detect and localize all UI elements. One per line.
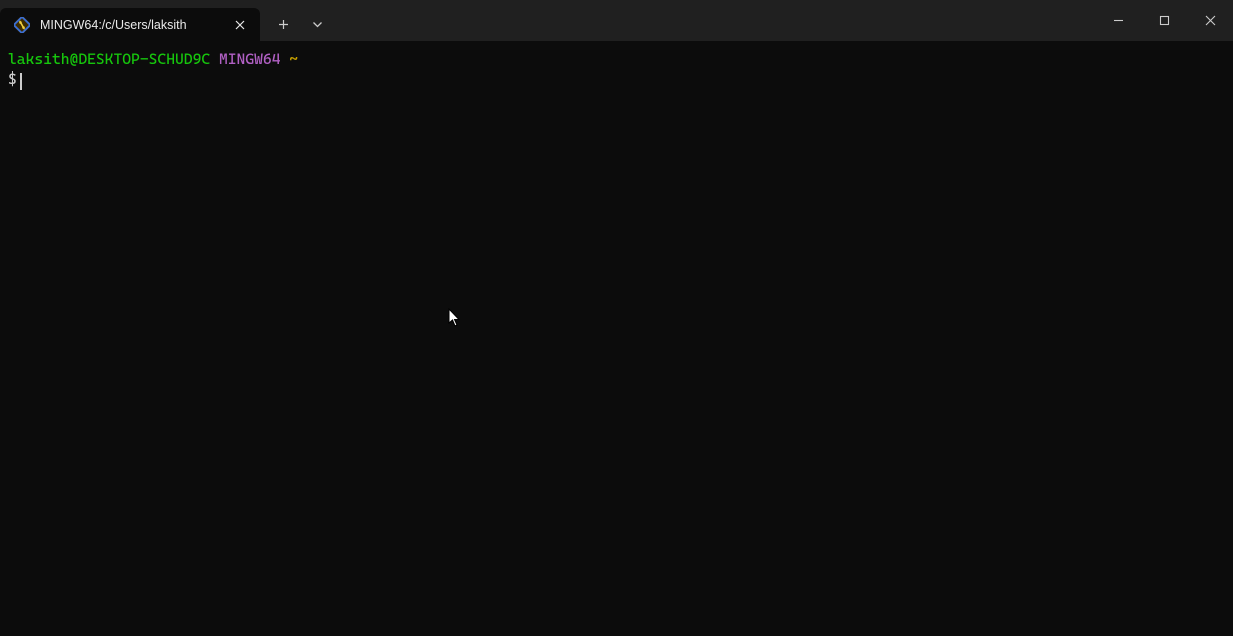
prompt-user-host: laksith@DESKTOP-SCHUD9C (8, 50, 210, 68)
mouse-cursor-icon (448, 308, 462, 332)
git-bash-icon (14, 17, 30, 33)
prompt-line: laksith@DESKTOP-SCHUD9C MINGW64 ~ (8, 49, 1225, 69)
plus-icon (278, 19, 289, 30)
tab-close-button[interactable] (230, 15, 250, 35)
titlebar-drag-area[interactable] (334, 0, 1095, 41)
prompt-input-line: $ (8, 69, 1225, 89)
titlebar: MINGW64:/c/Users/laksith (0, 0, 1233, 41)
terminal-content[interactable]: laksith@DESKTOP-SCHUD9C MINGW64 ~ $ (0, 41, 1233, 98)
prompt-env: MINGW64 (219, 50, 281, 68)
tab-title: MINGW64:/c/Users/laksith (40, 18, 222, 32)
close-window-button[interactable] (1187, 0, 1233, 41)
minimize-icon (1113, 15, 1124, 26)
close-icon (235, 20, 245, 30)
prompt-path: ~ (289, 50, 298, 68)
prompt-symbol: $ (8, 70, 17, 88)
minimize-button[interactable] (1095, 0, 1141, 41)
chevron-down-icon (312, 21, 323, 28)
tab-actions (260, 8, 334, 41)
window-controls (1095, 0, 1233, 41)
text-cursor (20, 73, 22, 90)
close-icon (1205, 15, 1216, 26)
maximize-button[interactable] (1141, 0, 1187, 41)
maximize-icon (1159, 15, 1170, 26)
tab-dropdown-button[interactable] (300, 9, 334, 41)
new-tab-button[interactable] (266, 9, 300, 41)
tab-active[interactable]: MINGW64:/c/Users/laksith (0, 8, 260, 41)
